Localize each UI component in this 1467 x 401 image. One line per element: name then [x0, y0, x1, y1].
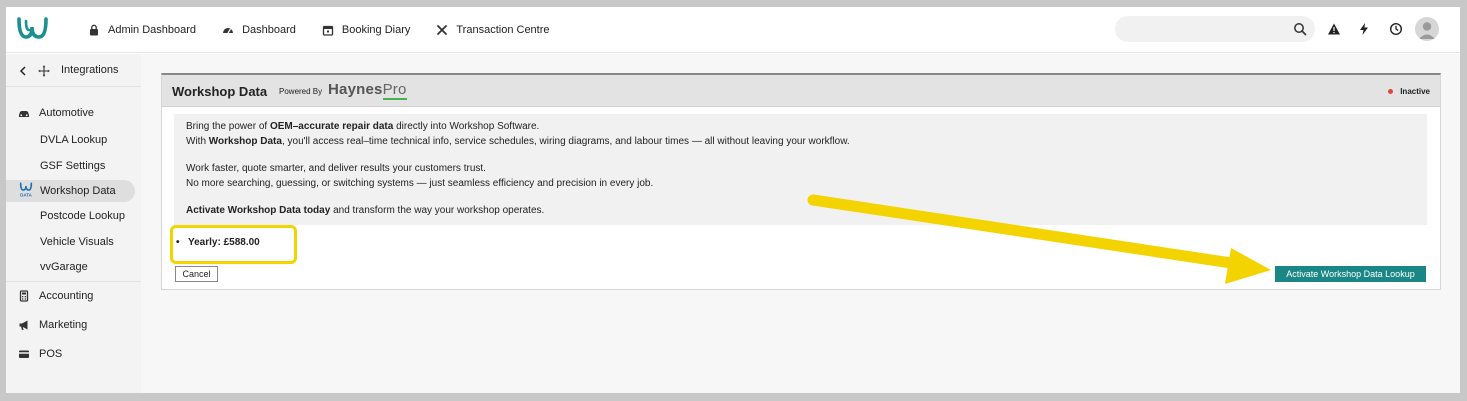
sidebar-back-integrations[interactable]: Integrations — [6, 54, 141, 87]
sidebar-item-pos[interactable]: POS — [6, 343, 141, 365]
search-icon[interactable] — [1293, 22, 1307, 36]
workshop-data-badge-text: DATA — [20, 193, 32, 198]
move-icon — [38, 65, 50, 77]
sidebar: Integrations Automotive DVLA Lookup GSF … — [6, 54, 141, 393]
sidebar-item-vvgarage[interactable]: vvGarage — [6, 256, 141, 278]
nav-admin-dashboard-label: Admin Dashboard — [108, 24, 197, 36]
workshop-data-logo-icon: DATA — [19, 182, 33, 198]
calendar-icon — [322, 25, 334, 36]
desc-l2-bold: Workshop Data — [208, 136, 282, 147]
desc-line-4: No more searching, guessing, or switchin… — [186, 178, 654, 189]
nav-booking-diary-label: Booking Diary — [341, 24, 411, 36]
desc-l1-pre: Bring the power of — [186, 121, 270, 132]
lock-icon — [90, 24, 98, 36]
panel-title: Workshop Data — [172, 84, 268, 99]
dashboard-icon — [223, 28, 234, 34]
sidebar-item-accounting-label: Accounting — [39, 290, 94, 302]
nav-transaction-centre[interactable]: Transaction Centre — [436, 24, 550, 36]
sidebar-item-vvgarage-label: vvGarage — [40, 261, 88, 273]
sidebar-item-dvla-lookup[interactable]: DVLA Lookup — [6, 129, 141, 151]
avatar[interactable] — [1415, 17, 1439, 41]
warning-icon[interactable] — [1327, 22, 1341, 36]
desc-l1-post: directly into Workshop Software. — [393, 121, 540, 132]
search-input[interactable] — [1115, 16, 1315, 42]
clock-icon[interactable] — [1389, 22, 1403, 36]
car-icon — [19, 111, 29, 117]
panel-header: Workshop Data Powered By HaynesPro Inact… — [162, 75, 1440, 107]
brand-pro: Pro — [382, 81, 407, 100]
sidebar-item-accounting[interactable]: Accounting — [6, 285, 141, 307]
sidebar-item-workshop-data-label: Workshop Data — [40, 185, 116, 197]
brand-main: Haynes — [328, 81, 383, 98]
sidebar-divider — [6, 281, 141, 282]
desc-line-3: Work faster, quote smarter, and deliver … — [186, 163, 486, 174]
activate-workshop-data-button[interactable]: Activate Workshop Data Lookup — [1275, 266, 1426, 282]
powered-by-text: Powered By — [279, 87, 323, 96]
desc-line-2: With Workshop Data, you'll access real–t… — [186, 134, 1415, 149]
nav-dashboard-label: Dashboard — [242, 24, 296, 36]
sidebar-item-gsf-settings-label: GSF Settings — [40, 160, 106, 172]
brand-logo[interactable] — [16, 15, 50, 43]
sidebar-back-label: Integrations — [61, 64, 119, 76]
nav-links: Admin Dashboard Dashboard Booking Diary … — [88, 7, 550, 53]
nav-booking-diary[interactable]: Booking Diary — [322, 24, 410, 36]
nav-admin-dashboard[interactable]: Admin Dashboard — [88, 24, 196, 36]
description-box: Bring the power of OEM–accurate repair d… — [174, 114, 1427, 225]
app-frame: Admin Dashboard Dashboard Booking Diary … — [6, 7, 1460, 393]
sidebar-item-vehicle-visuals[interactable]: Vehicle Visuals — [6, 231, 141, 253]
status-text: Inactive — [1400, 87, 1430, 96]
desc-line-5: Activate Workshop Data today and transfo… — [186, 203, 1415, 218]
sidebar-item-workshop-data[interactable]: DATA Workshop Data — [6, 180, 135, 202]
sidebar-item-pos-label: POS — [39, 348, 63, 360]
user-icon — [1419, 22, 1435, 39]
desc-line-1: Bring the power of OEM–accurate repair d… — [186, 119, 1415, 134]
sidebar-item-postcode-lookup-label: Postcode Lookup — [40, 210, 126, 222]
sidebar-item-marketing[interactable]: Marketing — [6, 314, 141, 336]
sidebar-item-postcode-lookup[interactable]: Postcode Lookup — [6, 205, 141, 227]
nav-dashboard[interactable]: Dashboard — [222, 24, 296, 36]
card-icon — [19, 350, 29, 358]
sidebar-item-dvla-lookup-label: DVLA Lookup — [40, 134, 108, 146]
megaphone-icon — [19, 320, 28, 330]
sidebar-item-automotive[interactable]: Automotive — [6, 102, 141, 124]
sidebar-item-vehicle-visuals-label: Vehicle Visuals — [40, 236, 114, 248]
sidebar-item-gsf-settings[interactable]: GSF Settings — [6, 155, 141, 177]
main-content: Workshop Data Powered By HaynesPro Inact… — [141, 54, 1460, 393]
calculator-icon — [19, 290, 29, 302]
status-badge: Inactive — [1388, 87, 1430, 96]
desc-l5-bold: Activate Workshop Data today — [186, 205, 331, 216]
lightning-icon[interactable] — [1357, 22, 1371, 36]
workshop-data-panel: Workshop Data Powered By HaynesPro Inact… — [161, 73, 1441, 290]
top-nav: Admin Dashboard Dashboard Booking Diary … — [6, 7, 1460, 53]
nav-transaction-centre-label: Transaction Centre — [456, 24, 550, 36]
status-dot-icon — [1388, 89, 1394, 94]
yearly-price: Yearly: £588.00 — [176, 237, 260, 248]
tools-icon — [437, 25, 448, 35]
sidebar-item-automotive-label: Automotive — [39, 107, 95, 119]
chevron-left-icon[interactable] — [19, 66, 27, 76]
sidebar-item-marketing-label: Marketing — [39, 319, 88, 331]
desc-l5-post: and transform the way your workshop oper… — [330, 205, 545, 216]
desc-l2-pre: With — [186, 136, 209, 147]
cancel-button[interactable]: Cancel — [175, 266, 218, 282]
desc-l2-post: , you'll access real–time technical info… — [281, 136, 850, 147]
desc-l1-bold: OEM–accurate repair data — [269, 121, 394, 132]
haynespro-logo: HaynesPro — [328, 81, 407, 100]
